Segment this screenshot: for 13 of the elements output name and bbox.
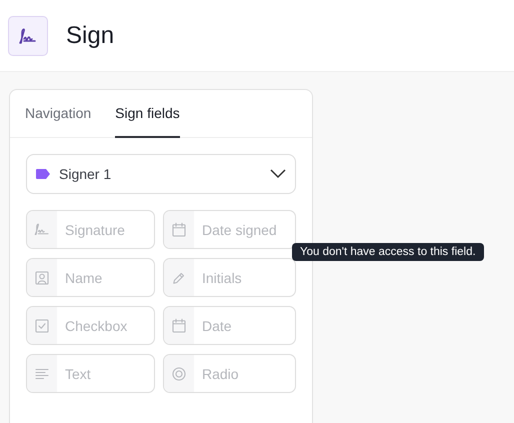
tab[interactable]: Navigation xyxy=(25,90,92,138)
calendar-icon xyxy=(170,220,188,238)
tab[interactable]: Sign fields xyxy=(115,90,180,138)
signature-icon xyxy=(8,16,48,56)
chevron-down-icon xyxy=(270,169,286,179)
person-icon xyxy=(33,268,51,286)
tooltip: You don't have access to this field. xyxy=(292,243,484,261)
calendar-icon xyxy=(170,316,188,334)
signer-dropdown[interactable]: Signer 1 xyxy=(26,154,296,194)
page-title: Sign xyxy=(66,22,114,50)
checkbox-icon xyxy=(33,316,51,334)
select-value: Signer 1 xyxy=(59,166,112,182)
radio-icon xyxy=(170,364,188,382)
